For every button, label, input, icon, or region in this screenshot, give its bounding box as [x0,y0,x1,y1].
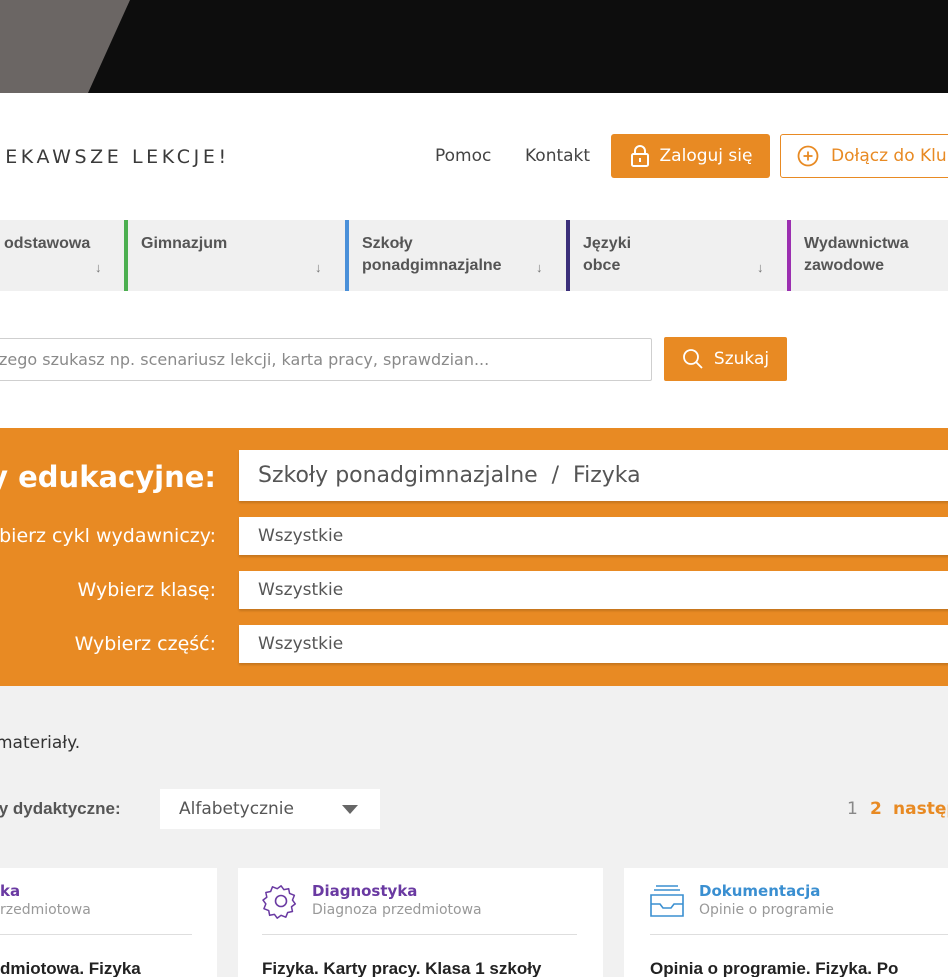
tab-label: Gimnazjum [141,235,228,252]
next-page-link[interactable]: następ [893,799,948,819]
top-banner [0,0,948,93]
card-divider [0,934,192,935]
chevron-down-icon [342,805,358,814]
tab-label-line2: ponadgimnazjalne [362,257,502,274]
tab-label: odstawowa [4,235,91,252]
card-subcategory: Diagnoza przedmiotowa [312,902,482,918]
material-card[interactable]: ka rzedmiotowa dmiotowa. Fizyka [0,868,217,977]
login-label: Zaloguj się [659,146,753,166]
selected-path-field[interactable]: Szkoły ponadgimnazjalne / Fizyka [239,450,948,501]
card-category: ka [0,882,21,900]
cycle-label: ybierz cykl wydawniczy: [0,525,216,547]
class-value: Wszystkie [258,580,344,600]
tab-label-line1: Wydawnictwa [804,235,909,252]
tab-color-bar [787,220,791,291]
tab-label-line1: Szkoły [362,235,413,252]
arrow-down-icon: ↓ [757,260,764,275]
join-label: Dołącz do Klu [831,146,947,166]
banner-graphic [0,0,130,93]
gear-icon [262,885,297,919]
tab-color-bar [124,220,128,291]
search-button[interactable]: Szukaj [664,337,787,381]
search-icon [683,349,703,369]
card-heading: Opinia o programie. Fizyka. Po [650,959,899,977]
help-link[interactable]: Pomoc [435,146,491,166]
part-select[interactable]: Wszystkie [239,625,948,663]
search-placeholder: zego szukasz np. scenariusz lekcji, kart… [0,350,490,369]
sort-value: Alfabetycznie [179,799,294,819]
tab-secondary-schools[interactable]: Szkoły ponadgimnazjalne ↓ [345,220,566,291]
part-label: Wybierz część: [74,633,216,655]
results-info: materiały. [0,733,81,753]
arrow-down-icon: ↓ [315,260,322,275]
cycle-select[interactable]: Wszystkie [239,517,948,555]
search-input[interactable]: zego szukasz np. scenariusz lekcji, kart… [0,338,652,381]
join-club-button[interactable]: Dołącz do Klu [780,134,948,178]
tab-color-bar [566,220,570,291]
arrow-down-icon: ↓ [536,260,543,275]
plus-circle-icon [797,145,819,167]
selected-path: Szkoły ponadgimnazjalne / Fizyka [258,463,641,488]
card-divider [262,934,577,935]
material-card[interactable]: Dokumentacja Opinie o programie Opinia o… [624,868,948,977]
card-subcategory: Opinie o programie [699,902,834,918]
page-2-link[interactable]: 2 [870,799,882,819]
sort-label: ły dydaktyczne: [0,799,121,818]
tab-foreign-languages[interactable]: Języki obce ↓ [566,220,787,291]
sort-select[interactable]: Alfabetycznie [160,789,380,829]
tab-label-line1: Języki [583,235,632,252]
cycle-value: Wszystkie [258,526,344,546]
material-card[interactable]: Diagnostyka Diagnoza przedmiotowa Fizyka… [238,868,603,977]
card-category: Diagnostyka [312,882,418,900]
part-value: Wszystkie [258,634,344,654]
site-tagline: IEKAWSZE LEKCJE! [0,146,230,168]
tab-label-line2: zawodowe [804,257,885,274]
card-heading: dmiotowa. Fizyka [0,959,141,977]
class-label: Wybierz klasę: [77,579,216,601]
contact-link[interactable]: Kontakt [525,146,590,166]
tab-primary-school[interactable]: odstawowa ↓ [0,220,124,291]
tab-gimnazjum[interactable]: Gimnazjum ↓ [124,220,345,291]
tab-color-bar [345,220,349,291]
card-category: Dokumentacja [699,882,821,900]
filter-title: by edukacyjne: [0,460,216,494]
lock-icon [630,145,649,167]
card-heading: Fizyka. Karty pracy. Klasa 1 szkoły [262,959,542,977]
inbox-tray-icon [650,885,684,917]
login-button[interactable]: Zaloguj się [611,134,770,178]
card-divider [650,934,948,935]
class-select[interactable]: Wszystkie [239,571,948,609]
tab-vocational-publishing[interactable]: Wydawnictwa zawodowe [787,220,948,291]
card-subcategory: rzedmiotowa [0,902,91,918]
tab-label-line2: obce [583,257,621,274]
arrow-down-icon: ↓ [95,260,102,275]
search-button-label: Szukaj [713,349,770,369]
page-1-link[interactable]: 1 [847,799,858,819]
